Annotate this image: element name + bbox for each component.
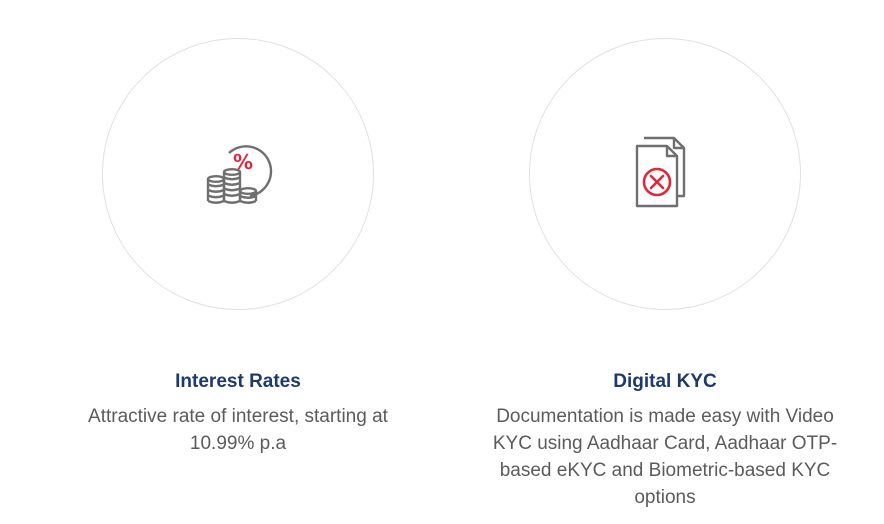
coins-percent-icon: % bbox=[206, 145, 273, 204]
feature-card-interest-rates: % Interest Rates Attractive rate of inte… bbox=[88, 38, 388, 457]
feature-title: Interest Rates bbox=[175, 371, 301, 392]
feature-icon-circle bbox=[529, 38, 801, 310]
feature-card-digital-kyc: Digital KYC Documentation is made easy w… bbox=[493, 38, 837, 511]
feature-description: Attractive rate of interest, starting at… bbox=[88, 406, 388, 454]
features-section: % Interest Rates Attractive rate of inte… bbox=[0, 0, 884, 524]
feature-icon-circle: % bbox=[102, 38, 374, 310]
feature-title: Digital KYC bbox=[613, 371, 717, 392]
document-cross-icon bbox=[635, 136, 686, 208]
feature-description: Documentation is made easy with Video KY… bbox=[492, 406, 838, 508]
svg-text:%: % bbox=[233, 150, 253, 174]
